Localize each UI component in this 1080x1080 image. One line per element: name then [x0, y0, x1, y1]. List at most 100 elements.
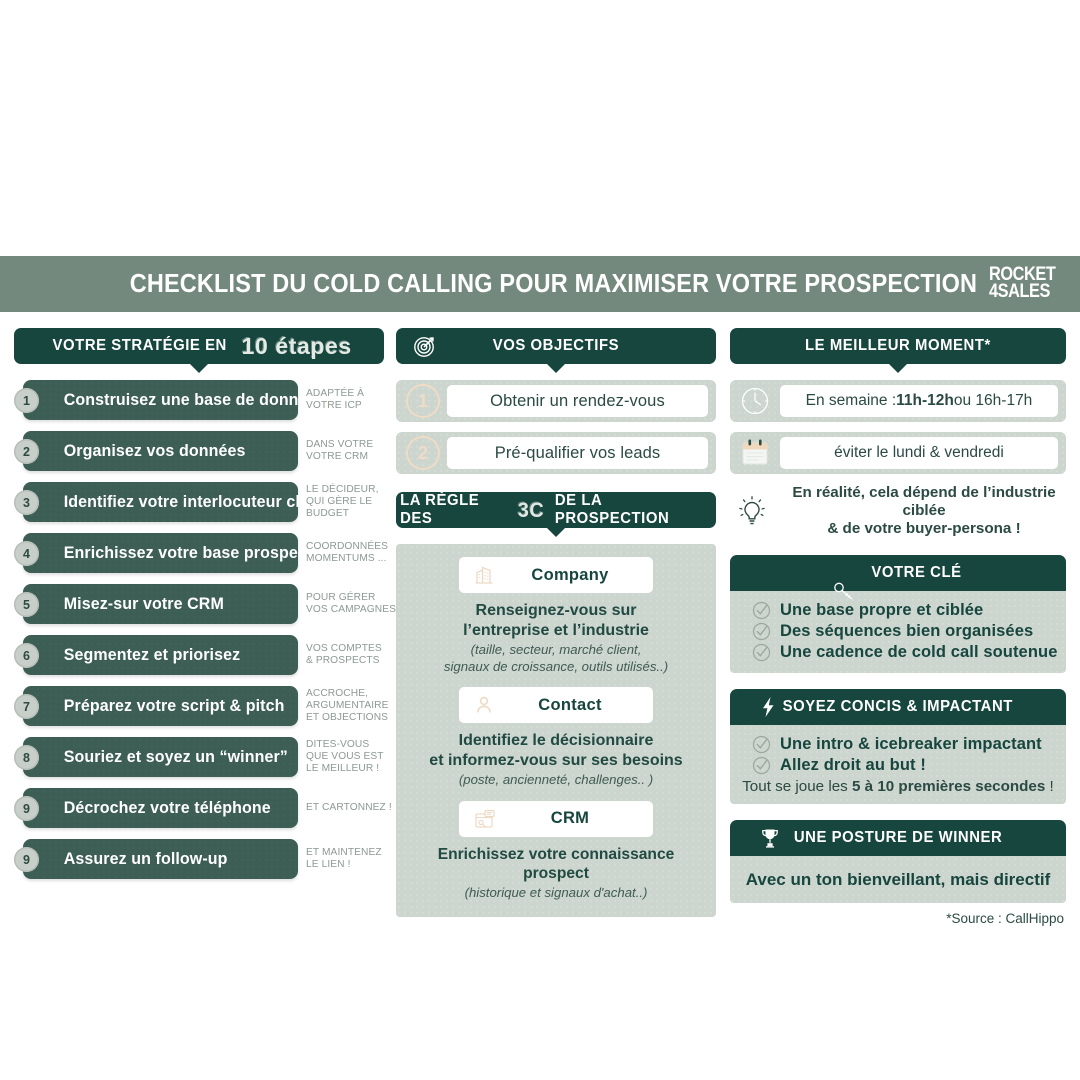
- winner-body: Avec un ton bienveillant, mais directif: [730, 855, 1066, 903]
- objectives-list: 1 Obtenir un rendez-vous 2 Pré-qualifier…: [396, 380, 716, 474]
- moment-header-label: LE MEILLEUR MOMENT*: [805, 337, 991, 354]
- brand-logo: ROCKET 4SALES: [988, 265, 1056, 302]
- infographic-page: CHECKLIST DU COLD CALLING POUR MAXIMISER…: [0, 0, 1080, 1080]
- key-item: Une base propre et ciblée: [730, 601, 1066, 620]
- page-header-bar: CHECKLIST DU COLD CALLING POUR MAXIMISER…: [0, 256, 1080, 312]
- step-row[interactable]: Organisez vos données 2 DANS VOTRE VOTRE…: [14, 431, 384, 471]
- winner-block: UNE POSTURE DE WINNER Avec un ton bienve…: [730, 819, 1066, 903]
- step-note: POUR GÉRER VOS CAMPAGNES: [306, 592, 396, 615]
- step-note: COORDONNÉES MOMENTUMS ...: [306, 541, 389, 564]
- rule-main-text: Identifiez le décisionnaire et informez-…: [429, 732, 683, 769]
- step-row[interactable]: Misez-sur votre CRM 5 POUR GÉRER VOS CAM…: [14, 584, 396, 624]
- step-number: 9: [14, 847, 39, 872]
- rule-header-prefix: LA RÈGLE DES: [400, 492, 480, 527]
- concis-footer: Tout se joue les 5 à 10 premières second…: [730, 777, 1066, 795]
- moment-row-avoid[interactable]: éviter le lundi & vendredi: [730, 432, 1066, 474]
- strategy-header-script: 10 étapes: [241, 332, 352, 359]
- rule-chip-contact[interactable]: Contact: [459, 687, 653, 724]
- step-number: 4: [14, 541, 39, 566]
- step-label: Segmentez et priorisez: [63, 645, 241, 664]
- step-number: 3: [14, 490, 39, 515]
- rule-chip-crm[interactable]: CRM: [459, 800, 653, 837]
- step-row[interactable]: Segmentez et priorisez 6 VOS COMPTES & P…: [14, 635, 384, 675]
- rule-main-text: Enrichissez votre connaissance prospect: [437, 845, 675, 882]
- concis-foot-prefix: Tout se joue les: [742, 777, 852, 795]
- rule-header-suffix: DE LA PROSPECTION: [554, 492, 670, 527]
- step-row[interactable]: Souriez et soyez un “winner” 8 DITES-VOU…: [14, 737, 384, 777]
- concis-item: Une intro & icebreaker impactant: [730, 735, 1066, 754]
- moment-note-row: En réalité, cela dépend de l’industrie c…: [730, 484, 1066, 539]
- winner-header-label: UNE POSTURE DE WINNER: [793, 828, 1003, 846]
- concis-item-label: Une intro & icebreaker impactant: [780, 734, 1042, 753]
- step-label: Organisez vos données: [63, 441, 246, 460]
- lightbulb-icon: [730, 493, 774, 529]
- step-label: Souriez et soyez un “winner”: [63, 747, 288, 766]
- column-timing: LE MEILLEUR MOMENT* En semaine : 11h-12h…: [730, 328, 1066, 926]
- person-icon: [473, 694, 495, 716]
- step-card[interactable]: Décrochez votre téléphone: [23, 788, 298, 828]
- objective-number: 2: [406, 436, 440, 470]
- rule-main-text: Renseignez-vous sur l’entreprise et l’in…: [463, 602, 649, 639]
- step-row[interactable]: Enrichissez votre base prospects 4 COORD…: [14, 533, 388, 573]
- step-card[interactable]: Souriez et soyez un “winner”: [23, 737, 298, 777]
- step-card[interactable]: Préparez votre script & pitch: [23, 686, 298, 726]
- step-note: ADAPTÉE À VOTRE ICP: [306, 388, 365, 411]
- step-row[interactable]: Construisez une base de données 1 ADAPTÉ…: [14, 380, 384, 420]
- calendar-icon: [730, 437, 780, 469]
- column-objectives: VOS OBJECTIFS 1 Obtenir un rendez-vous 2…: [396, 328, 716, 918]
- bolt-icon: [760, 696, 776, 718]
- step-card[interactable]: Enrichissez votre base prospects: [23, 533, 321, 573]
- step-note: LE DÉCIDEUR, QUI GÈRE LE BUDGET: [306, 484, 379, 519]
- step-number: 2: [14, 439, 39, 464]
- building-icon: [473, 564, 495, 586]
- objective-row[interactable]: 2 Pré-qualifier vos leads: [396, 432, 716, 474]
- rule-body-crm: Enrichissez votre connaissance prospect …: [408, 845, 704, 902]
- key-item-label: Une cadence de cold call soutenue: [780, 642, 1058, 661]
- step-card[interactable]: Construisez une base de données: [23, 380, 325, 420]
- clock-icon: [730, 384, 780, 418]
- objectives-header-label: VOS OBJECTIFS: [492, 337, 620, 354]
- step-number: 1: [14, 388, 39, 413]
- step-card[interactable]: Assurez un follow-up: [23, 839, 298, 879]
- rule-body-company: Renseignez-vous sur l’entreprise et l’in…: [408, 601, 704, 675]
- moment-row-weekday[interactable]: En semaine : 11h-12h ou 16h-17h: [730, 380, 1066, 422]
- step-card[interactable]: Identifiez votre interlocuteur clé: [23, 482, 309, 522]
- moment-avoid-text: éviter le lundi & vendredi: [780, 437, 1058, 469]
- moment-strong: 11h-12h: [896, 392, 954, 409]
- rule-body-contact: Identifiez le décisionnaire et informez-…: [408, 731, 704, 789]
- step-number: 9: [14, 796, 39, 821]
- check-icon: [752, 601, 771, 620]
- check-icon: [752, 643, 771, 662]
- step-label: Enrichissez votre base prospects: [63, 543, 322, 562]
- check-icon: [752, 735, 771, 754]
- step-row[interactable]: Décrochez votre téléphone 9 ET CARTONNEZ…: [14, 788, 392, 828]
- step-label: Décrochez votre téléphone: [63, 798, 271, 817]
- step-card[interactable]: Misez-sur votre CRM: [23, 584, 298, 624]
- column-strategy: VOTRE STRATÉGIE EN 10 étapes Construisez…: [14, 328, 396, 890]
- logo-line-2: 4SALES: [988, 281, 1050, 302]
- steps-list: Construisez une base de données 1 ADAPTÉ…: [14, 380, 396, 879]
- rule-header-3c: 3C: [517, 499, 545, 522]
- objective-label: Pré-qualifier vos leads: [447, 437, 708, 469]
- key-item: Une cadence de cold call soutenue: [730, 643, 1066, 662]
- key-item-label: Une base propre et ciblée: [780, 600, 984, 619]
- step-row[interactable]: Assurez un follow-up 9 ET MAINTENEZ LE L…: [14, 839, 384, 879]
- step-card[interactable]: Organisez vos données: [23, 431, 298, 471]
- key-icon: [832, 581, 856, 601]
- target-icon: [412, 333, 438, 359]
- rule-chip-company[interactable]: Company: [459, 557, 653, 593]
- objective-number: 1: [406, 384, 440, 418]
- step-number: 8: [14, 745, 39, 770]
- step-row[interactable]: Préparez votre script & pitch 7 ACCROCHE…: [14, 686, 388, 726]
- rule-sub-text: (taille, secteur, marché client, signaux…: [443, 642, 669, 674]
- concis-items: Une intro & icebreaker impactant Allez d…: [730, 724, 1066, 804]
- concis-item: Allez droit au but !: [730, 756, 1066, 775]
- moment-note-text: En réalité, cela dépend de l’industrie c…: [792, 484, 1056, 538]
- moment-prefix: En semaine :: [805, 392, 897, 409]
- step-note: DANS VOTRE VOTRE CRM: [306, 439, 374, 462]
- step-note: DITES-VOUS QUE VOUS EST LE MEILLEUR !: [306, 739, 384, 774]
- moment-header: LE MEILLEUR MOMENT*: [730, 328, 1066, 364]
- objective-row[interactable]: 1 Obtenir un rendez-vous: [396, 380, 716, 422]
- step-card[interactable]: Segmentez et priorisez: [23, 635, 298, 675]
- step-row[interactable]: Identifiez votre interlocuteur clé 3 LE …: [14, 482, 384, 522]
